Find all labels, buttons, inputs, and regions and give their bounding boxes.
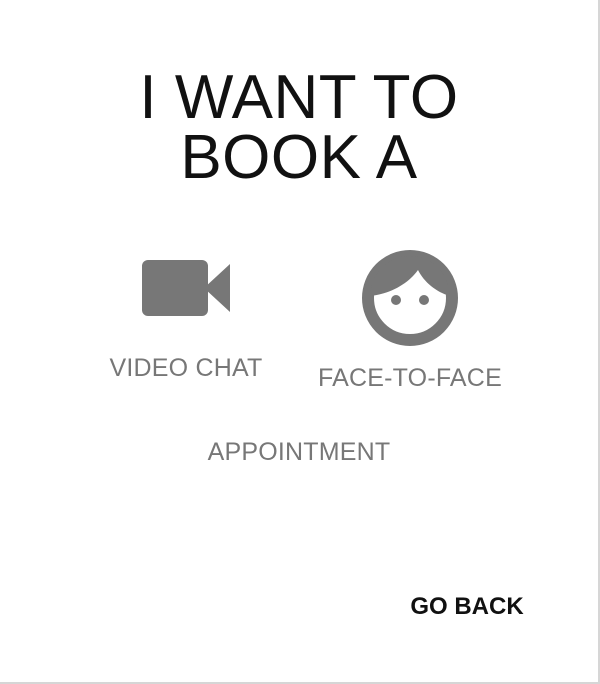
video-camera-icon bbox=[142, 260, 230, 316]
video-chat-label: VIDEO CHAT bbox=[109, 354, 263, 382]
face-icon bbox=[362, 250, 458, 346]
page-title: I WANT TO BOOK A bbox=[0, 63, 598, 192]
face-to-face-option[interactable]: FACE-TO-FACE bbox=[310, 248, 510, 393]
booking-screen: I WANT TO BOOK A VIDEO CHAT FACE-TO-FACE… bbox=[0, 0, 600, 684]
title-line-2: BOOK A bbox=[180, 123, 418, 192]
face-to-face-label: FACE-TO-FACE bbox=[318, 364, 502, 392]
go-back-button[interactable]: GO BACK bbox=[392, 590, 542, 624]
title-line-1: I WANT TO bbox=[139, 63, 459, 132]
video-chat-option[interactable]: VIDEO CHAT bbox=[96, 258, 276, 383]
appointment-label: APPOINTMENT bbox=[207, 438, 391, 466]
